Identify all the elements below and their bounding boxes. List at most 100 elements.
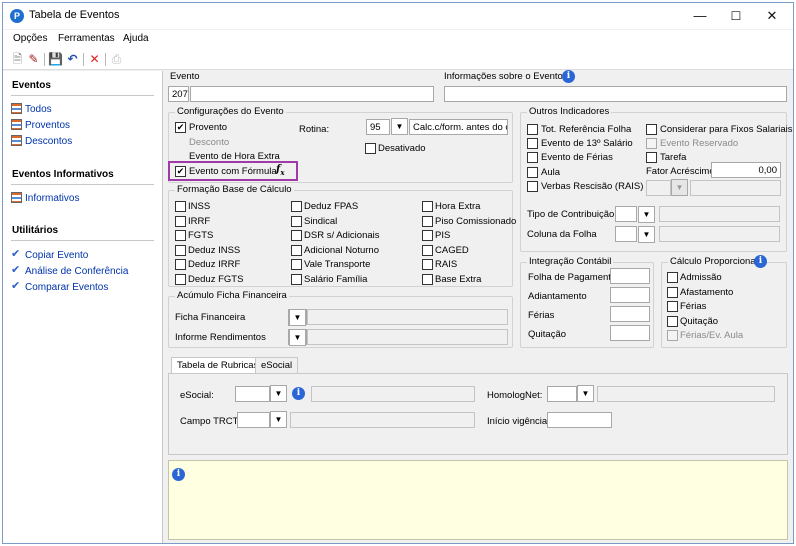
base-checkbox[interactable] xyxy=(175,230,186,241)
close-button[interactable]: ✕ xyxy=(755,3,789,29)
proporcional-checkbox[interactable] xyxy=(667,315,678,327)
ev13-checkbox[interactable] xyxy=(527,138,538,149)
sidebar-heading-eventos: Eventos xyxy=(12,80,51,91)
checkmark-icon: ✔ xyxy=(11,280,21,292)
proporcional-checkbox[interactable] xyxy=(667,301,678,312)
esocial-dropdown-button[interactable]: ▼ xyxy=(270,385,287,402)
sidebar-item-descontos[interactable]: Descontos xyxy=(11,135,72,147)
acumulo-title: Acúmulo Ficha Financeira xyxy=(175,290,289,301)
desconto-label: Desconto xyxy=(189,137,230,148)
info-icon[interactable]: i xyxy=(562,70,575,83)
sidebar-item-proventos[interactable]: Proventos xyxy=(11,119,70,131)
title-bar: P Tabela de Eventos — ☐ ✕ xyxy=(3,3,793,29)
info-icon[interactable]: i xyxy=(754,255,767,268)
tab-rubricas[interactable]: Tabela de Rubricas xyxy=(171,357,265,374)
app-logo-icon: P xyxy=(10,9,24,23)
delete-icon[interactable]: ✕ xyxy=(87,52,102,67)
base-checkbox[interactable] xyxy=(422,273,433,285)
new-icon[interactable]: 🗎 xyxy=(10,52,25,67)
proporcional-checkbox[interactable] xyxy=(667,286,678,298)
quitacao-input[interactable] xyxy=(610,325,650,341)
aula-checkbox[interactable] xyxy=(527,167,538,178)
verbas-checkbox[interactable] xyxy=(527,181,538,192)
print-icon[interactable]: ⎙ xyxy=(109,52,124,67)
verbas-dropdown-button: ▼ xyxy=(671,179,688,196)
base-checkbox-label: INSS xyxy=(188,201,211,212)
base-checkbox[interactable] xyxy=(291,259,302,270)
sidebar-item-comparar[interactable]: ✔ Comparar Eventos xyxy=(11,281,108,294)
sidebar-item-informativos[interactable]: Informativos xyxy=(11,192,79,204)
ferias-checkbox[interactable] xyxy=(527,152,538,163)
tot-ref-checkbox[interactable] xyxy=(527,124,538,135)
base-checkbox[interactable] xyxy=(291,201,302,212)
esocial-input[interactable] xyxy=(235,386,270,402)
undo-icon[interactable]: ↶ xyxy=(65,52,80,67)
homolog-dropdown-button[interactable]: ▼ xyxy=(577,385,594,402)
folha-input[interactable] xyxy=(610,268,650,284)
menu-ferramentas[interactable]: Ferramentas xyxy=(58,33,115,44)
base-checkbox[interactable] xyxy=(175,201,186,212)
trct-input[interactable] xyxy=(237,412,270,428)
menu-ajuda[interactable]: Ajuda xyxy=(123,33,149,44)
sidebar-item-todos[interactable]: Todos xyxy=(11,103,52,115)
base-checkbox-label: Base Extra xyxy=(435,273,482,285)
rotina-code-input[interactable]: 95 xyxy=(366,119,390,135)
checkmark-icon: ✔ xyxy=(11,264,21,276)
tipo-contrib-input[interactable] xyxy=(615,206,637,222)
minimize-button[interactable]: — xyxy=(683,3,717,29)
info-evento-input[interactable] xyxy=(444,86,787,102)
base-checkbox[interactable] xyxy=(175,259,186,270)
sidebar-item-copiar[interactable]: ✔ Copiar Evento xyxy=(11,249,88,262)
formula-checkbox[interactable]: ✔ xyxy=(175,166,186,177)
inicio-input[interactable] xyxy=(547,412,612,428)
fator-input[interactable]: 0,00 xyxy=(711,162,781,178)
trct-dropdown-button[interactable]: ▼ xyxy=(270,411,287,428)
grid-icon xyxy=(11,135,22,146)
considerar-checkbox[interactable] xyxy=(646,124,657,135)
base-checkbox-label: PIS xyxy=(435,230,451,241)
evento-name-input[interactable] xyxy=(190,86,434,102)
inicio-label: Início vigência: xyxy=(487,416,550,427)
proporcional-checkbox[interactable] xyxy=(667,272,678,283)
base-checkbox[interactable] xyxy=(291,230,302,241)
desativado-checkbox[interactable] xyxy=(365,143,376,154)
proporcional-label: Admissão xyxy=(680,272,722,283)
homolog-input[interactable] xyxy=(547,386,577,402)
base-checkbox[interactable] xyxy=(291,273,302,285)
provento-checkbox[interactable]: ✔ xyxy=(175,122,186,133)
info-icon[interactable]: i xyxy=(172,468,185,481)
ferias-label: Evento de Férias xyxy=(541,152,613,163)
base-checkbox[interactable] xyxy=(175,244,186,256)
adiantamento-label: Adiantamento xyxy=(528,291,587,302)
rotina-desc-input: Calc.c/form. antes do ca xyxy=(409,119,508,135)
ferias-int-input[interactable] xyxy=(610,306,650,322)
grid-icon xyxy=(11,103,22,114)
base-checkbox[interactable] xyxy=(422,230,433,241)
info-icon[interactable]: i xyxy=(292,387,305,400)
base-checkbox[interactable] xyxy=(422,215,433,227)
coluna-folha-dropdown-button[interactable]: ▼ xyxy=(638,226,655,243)
base-checkbox[interactable] xyxy=(422,201,433,212)
maximize-button[interactable]: ☐ xyxy=(719,3,753,29)
base-checkbox[interactable] xyxy=(291,215,302,227)
base-checkbox[interactable] xyxy=(422,259,433,270)
coluna-folha-input[interactable] xyxy=(615,226,637,242)
function-icon[interactable]: fx xyxy=(276,164,285,177)
tab-esocial[interactable]: eSocial xyxy=(255,357,299,373)
menu-opcoes[interactable]: Opções xyxy=(13,33,47,44)
informe-dropdown-button[interactable]: ▼ xyxy=(289,329,306,346)
tarefa-checkbox[interactable] xyxy=(646,152,657,163)
adiantamento-input[interactable] xyxy=(610,287,650,303)
base-checkbox[interactable] xyxy=(175,215,186,227)
base-checkbox[interactable] xyxy=(422,244,433,256)
base-checkbox[interactable] xyxy=(291,244,302,256)
evento-code-input[interactable]: 207 xyxy=(168,86,189,102)
save-icon[interactable]: 💾 xyxy=(48,52,63,67)
ficha-dropdown-button[interactable]: ▼ xyxy=(289,309,306,326)
sidebar-item-analise[interactable]: ✔ Análise de Conferência xyxy=(11,265,128,278)
informe-desc xyxy=(307,329,508,345)
edit-icon[interactable]: ✎ xyxy=(26,52,41,67)
base-checkbox[interactable] xyxy=(175,273,186,285)
rotina-dropdown-button[interactable]: ▼ xyxy=(391,118,408,135)
tipo-contrib-dropdown-button[interactable]: ▼ xyxy=(638,206,655,223)
